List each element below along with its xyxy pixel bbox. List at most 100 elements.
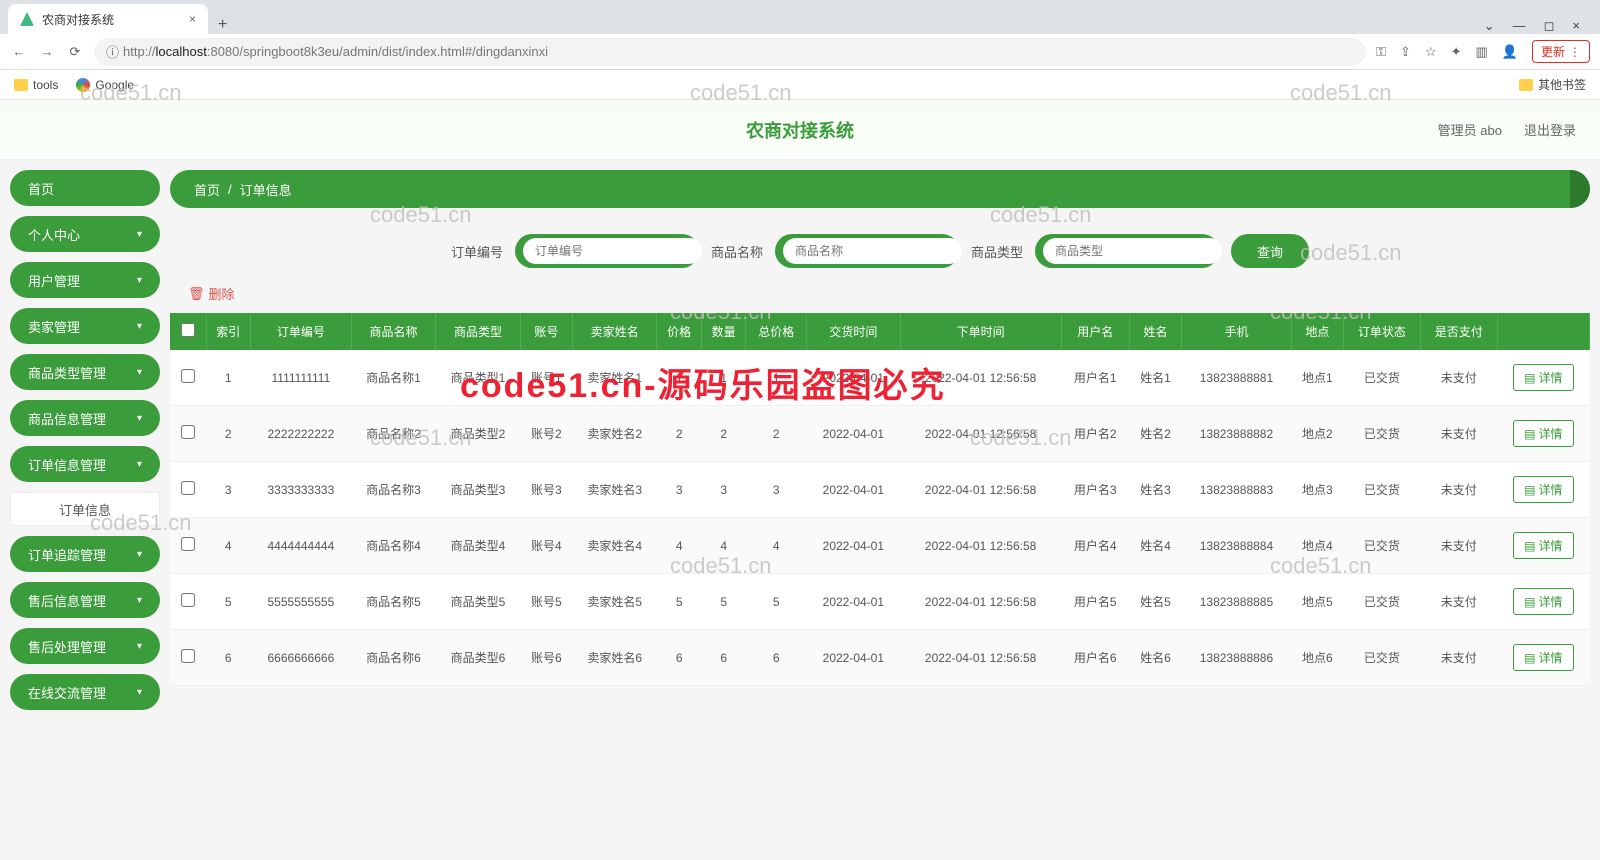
side-panel-icon[interactable]: ▥: [1476, 44, 1488, 60]
filter-label-orderno: 订单编号: [451, 242, 503, 261]
row-checkbox[interactable]: [181, 537, 195, 551]
filter-orderno: ⌕: [515, 234, 699, 268]
col-header: 账号: [520, 313, 572, 350]
col-header: 总价格: [746, 313, 807, 350]
doc-icon: ▤: [1524, 371, 1535, 385]
bookmark-google[interactable]: Google: [76, 78, 134, 92]
col-header: 订单编号: [251, 313, 352, 350]
sidebar-item-label: 订单追踪管理: [28, 545, 106, 564]
select-all-checkbox[interactable]: [181, 323, 195, 337]
admin-label[interactable]: 管理员 abo: [1438, 120, 1502, 139]
col-header: 价格: [657, 313, 702, 350]
breadcrumb-home[interactable]: 首页: [194, 180, 220, 199]
detail-button[interactable]: ▤详情: [1513, 476, 1573, 503]
sidebar-item-8[interactable]: 售后信息管理▾: [10, 582, 160, 618]
delete-button[interactable]: 🗑 删除: [188, 284, 1590, 303]
new-tab-button[interactable]: +: [208, 16, 237, 34]
table-row: 44444444444商品名称4商品类型4账号4卖家姓名44442022-04-…: [170, 518, 1590, 574]
profile-icon[interactable]: 👤: [1502, 44, 1518, 60]
sidebar-item-4[interactable]: 商品类型管理 ▾: [10, 354, 160, 390]
col-header: 用户名: [1061, 313, 1129, 350]
minimize-icon[interactable]: —: [1513, 18, 1526, 34]
row-checkbox[interactable]: [181, 649, 195, 663]
sidebar-item-5[interactable]: 商品信息管理▾: [10, 400, 160, 436]
sidebar-item-label: 用户管理: [28, 271, 80, 290]
chevron-down-icon[interactable]: ⌄: [1484, 18, 1495, 34]
address-bar[interactable]: ⓘ http://localhost:8080/springboot8k3eu/…: [94, 38, 1366, 66]
orderno-input[interactable]: [523, 238, 702, 264]
app-title: 农商对接系统: [746, 117, 854, 143]
sidebar-item-label: 订单信息管理: [28, 455, 106, 474]
chevron-down-icon: ▾: [137, 459, 142, 470]
bookmark-tools[interactable]: tools: [14, 78, 58, 92]
browser-tab[interactable]: 农商对接系统 ×: [8, 4, 208, 34]
close-icon[interactable]: ×: [189, 12, 196, 26]
col-header: 索引: [206, 313, 251, 350]
col-header: 是否支付: [1420, 313, 1497, 350]
breadcrumb: 首页 / 订单信息: [170, 170, 1590, 208]
doc-icon: ▤: [1524, 595, 1535, 609]
col-header: 交货时间: [807, 313, 901, 350]
col-header: 手机: [1182, 313, 1292, 350]
vue-icon: [20, 12, 34, 26]
sidebar-item-2[interactable]: 用户管理 ▾: [10, 262, 160, 298]
maximize-icon[interactable]: ◻: [1544, 18, 1555, 34]
col-header: 数量: [701, 313, 746, 350]
row-checkbox[interactable]: [181, 425, 195, 439]
folder-icon: [1519, 79, 1533, 91]
table-row: 33333333333商品名称3商品类型3账号3卖家姓名33332022-04-…: [170, 462, 1590, 518]
col-header: [170, 313, 206, 350]
key-icon[interactable]: ⚿: [1376, 44, 1386, 60]
star-icon[interactable]: ☆: [1425, 44, 1437, 60]
folder-icon: [14, 79, 28, 91]
pname-input[interactable]: [783, 238, 962, 264]
sidebar-item-7[interactable]: 订单追踪管理▾: [10, 536, 160, 572]
forward-icon[interactable]: →: [38, 44, 56, 59]
update-button[interactable]: 更新⋮: [1532, 40, 1590, 63]
ptype-input[interactable]: [1043, 238, 1222, 264]
app-header: 农商对接系统 管理员 abo 退出登录: [0, 100, 1600, 160]
sidebar-item-10[interactable]: 在线交流管理▾: [10, 674, 160, 710]
detail-button[interactable]: ▤详情: [1513, 364, 1573, 391]
col-header: [1497, 313, 1589, 350]
sidebar-item-label: 售后信息管理: [28, 591, 106, 610]
chevron-down-icon: ▾: [137, 367, 142, 378]
col-header: 订单状态: [1343, 313, 1420, 350]
sidebar: 首页个人中心▾用户管理▾卖家管理▾商品类型管理▾商品信息管理▾订单信息管理▾订单…: [10, 170, 160, 710]
filter-bar: 订单编号 ⌕ 商品名称 ⌕ 商品类型 ⌕ 查询: [170, 208, 1590, 278]
chevron-down-icon: ▾: [137, 641, 142, 652]
detail-button[interactable]: ▤详情: [1513, 588, 1573, 615]
logout-link[interactable]: 退出登录: [1524, 120, 1576, 139]
sidebar-item-1[interactable]: 个人中心▾: [10, 216, 160, 252]
close-window-icon[interactable]: ×: [1572, 18, 1580, 34]
row-checkbox[interactable]: [181, 481, 195, 495]
reload-icon[interactable]: ⟳: [66, 44, 84, 60]
row-checkbox[interactable]: [181, 593, 195, 607]
search-button[interactable]: 查询: [1231, 234, 1309, 268]
chevron-down-icon: ▾: [137, 275, 142, 286]
sidebar-item-0[interactable]: 首页: [10, 170, 160, 206]
sidebar-item-label: 商品类型管理: [28, 363, 106, 382]
sidebar-item-6[interactable]: 订单信息管理 ▾: [10, 446, 160, 482]
detail-button[interactable]: ▤详情: [1513, 644, 1573, 671]
col-header: 下单时间: [900, 313, 1061, 350]
row-checkbox[interactable]: [181, 369, 195, 383]
col-header: 商品名称: [351, 313, 436, 350]
filter-ptype: ⌕: [1035, 234, 1219, 268]
tab-title: 农商对接系统: [42, 11, 114, 28]
chevron-down-icon: ▾: [137, 413, 142, 424]
back-icon[interactable]: ←: [10, 44, 28, 59]
detail-button[interactable]: ▤详情: [1513, 420, 1573, 447]
sidebar-item-3[interactable]: 卖家管理▾: [10, 308, 160, 344]
info-icon: ⓘ: [106, 42, 119, 61]
col-header: 地点: [1291, 313, 1343, 350]
chevron-down-icon: ▾: [137, 687, 142, 698]
table-row: 55555555555商品名称5商品类型5账号5卖家姓名55552022-04-…: [170, 574, 1590, 630]
trash-icon: 🗑: [188, 286, 205, 302]
bookmark-other[interactable]: 其他书签: [1519, 76, 1586, 93]
sidebar-item-9[interactable]: 售后处理管理▾: [10, 628, 160, 664]
sidebar-sub-item[interactable]: 订单信息: [10, 492, 160, 526]
extensions-icon[interactable]: ✦: [1451, 44, 1462, 60]
share-icon[interactable]: ⇪: [1400, 44, 1411, 60]
detail-button[interactable]: ▤详情: [1513, 532, 1573, 559]
